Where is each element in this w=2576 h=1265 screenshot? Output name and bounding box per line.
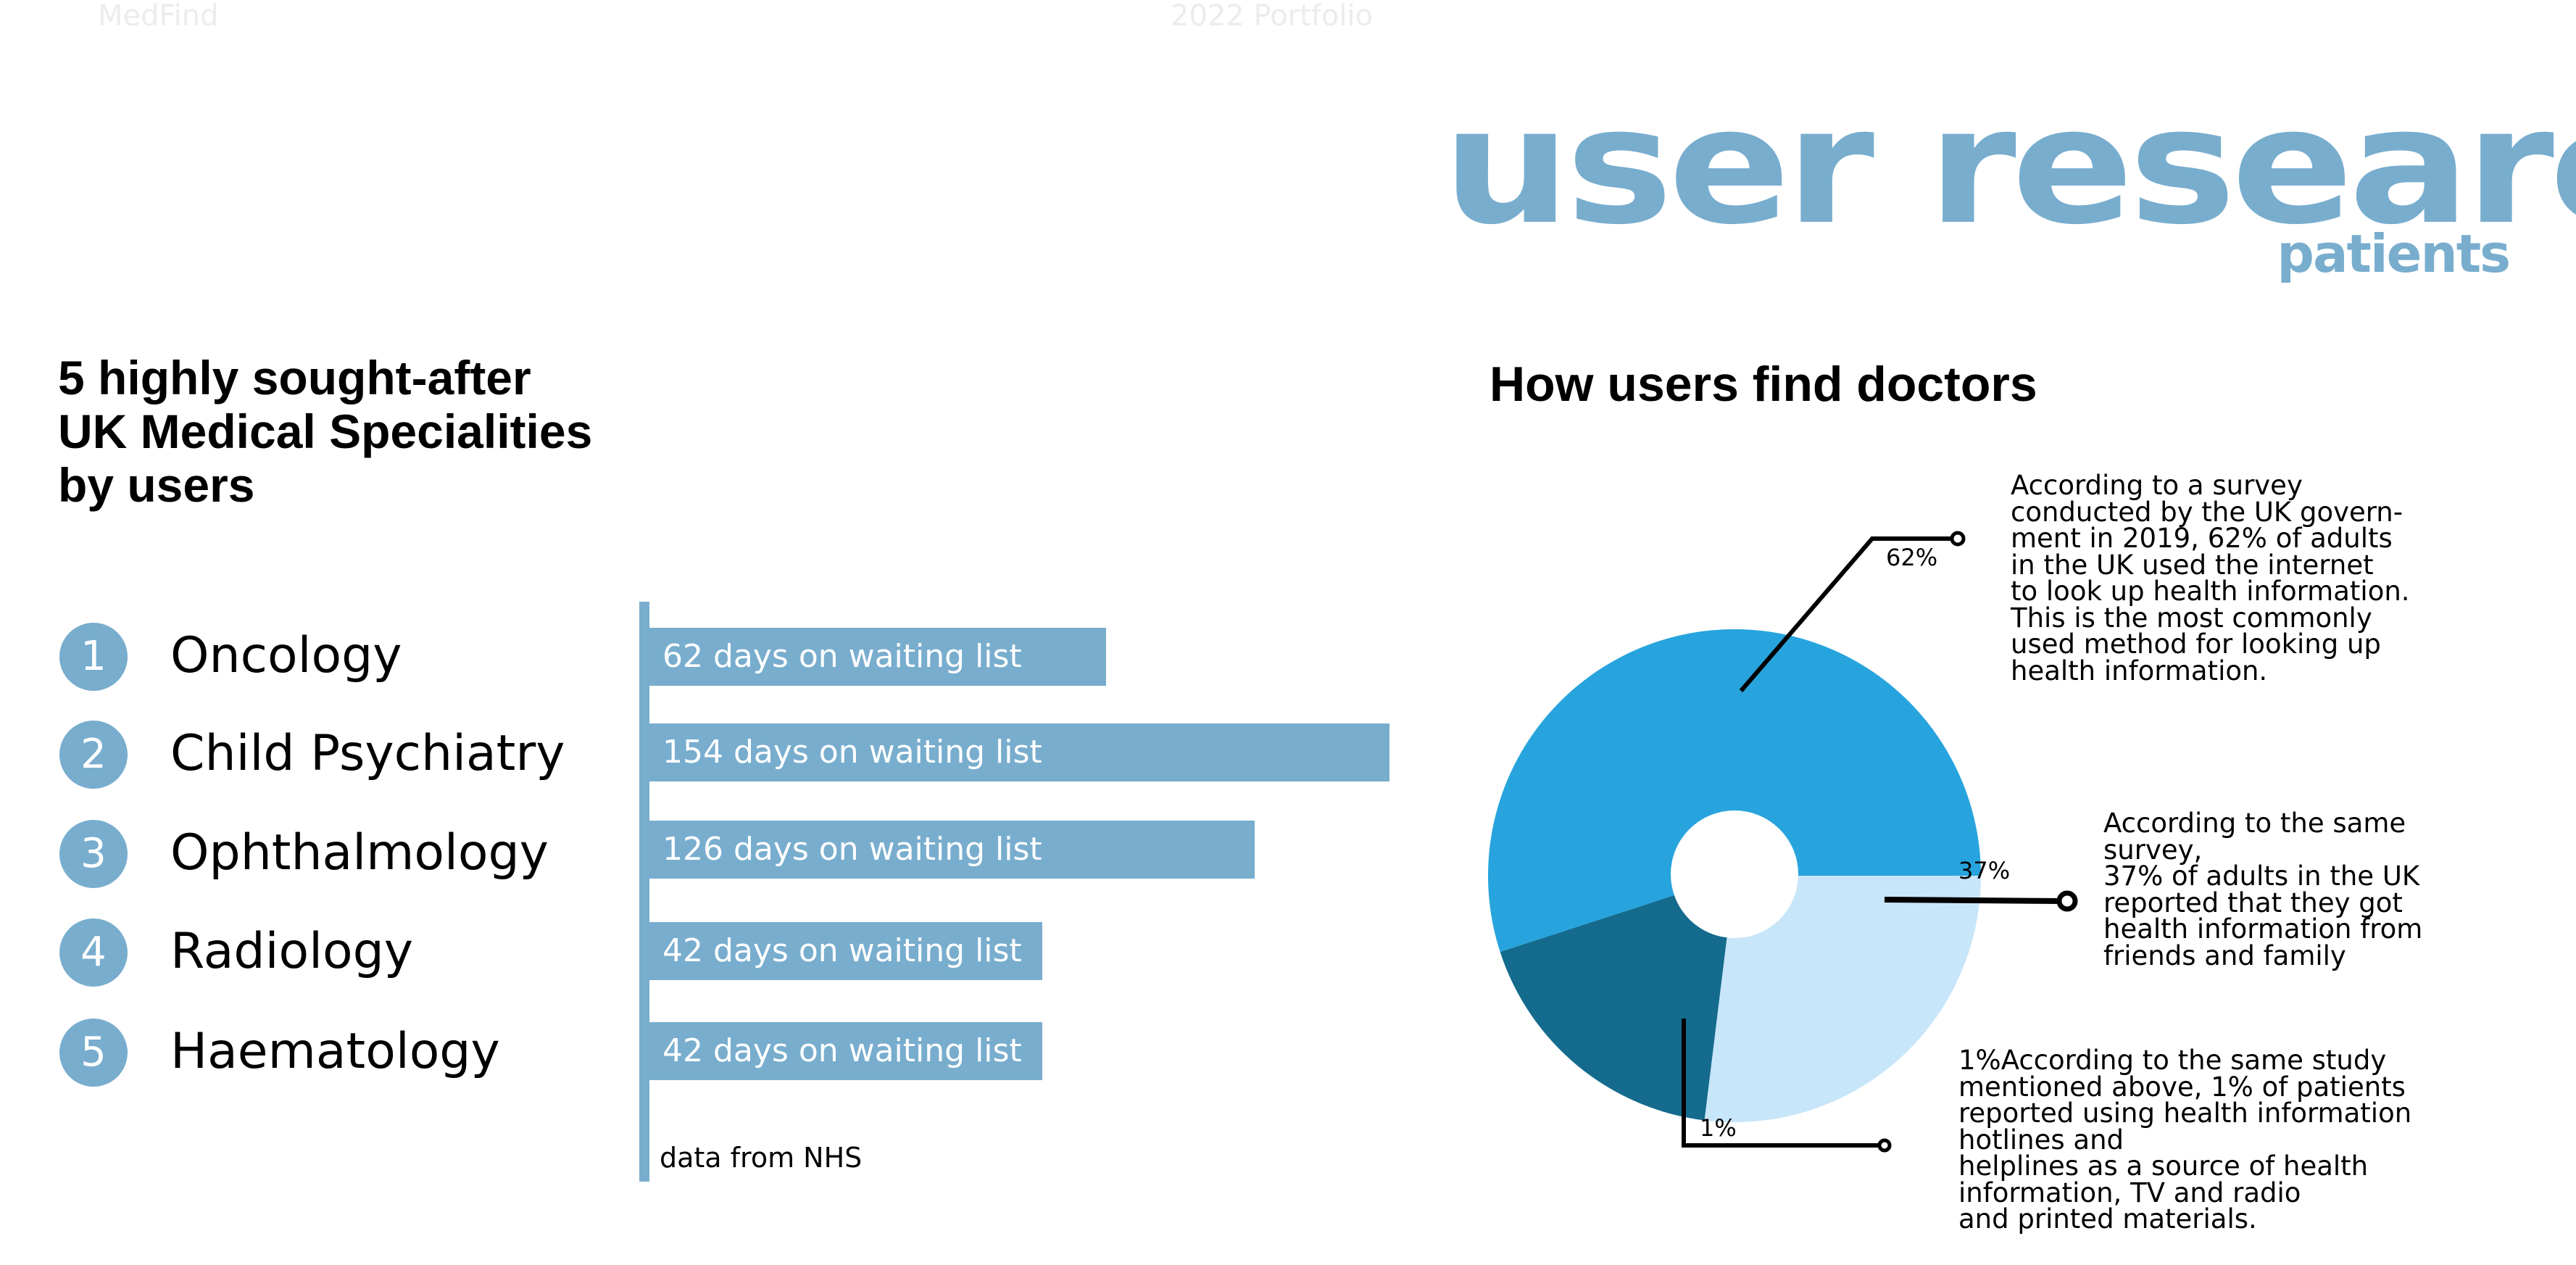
pie-label-37: 37% xyxy=(1958,857,2010,884)
brand-name: MedFind xyxy=(98,0,219,33)
note-line: health information from xyxy=(2103,913,2423,945)
note-line: 1%According to the same study xyxy=(1958,1045,2387,1076)
page-title: user research xyxy=(1442,73,2576,260)
note-line: hotlines and xyxy=(1958,1124,2124,1156)
callout-dot-1 xyxy=(1877,1138,1892,1153)
note-line: reported that they got xyxy=(2103,887,2403,918)
rank-badge: 5 xyxy=(59,1019,128,1087)
source-note: data from NHS xyxy=(660,1142,863,1174)
bar-ophthalmology: 126 days on waiting list xyxy=(649,821,1255,879)
pie-label-1: 1% xyxy=(1700,1114,1737,1142)
note-line: According to a survey xyxy=(2011,470,2303,501)
speciality-label: Radiology xyxy=(170,923,413,980)
bar-label: 42 days on waiting list xyxy=(662,932,1022,969)
note-line: This is the most commonly xyxy=(2011,602,2372,634)
note-internet: According to a survey conducted by the UK… xyxy=(2011,470,2410,687)
speciality-label: Ophthalmology xyxy=(170,824,549,882)
note-line: health information. xyxy=(2011,655,2268,687)
portfolio-label: 2022 Portfolio xyxy=(1171,0,1374,33)
bar-child-psychiatry: 154 days on waiting list xyxy=(649,723,1389,781)
specialities-heading: 5 highly sought-after UK Medical Special… xyxy=(58,351,710,512)
note-line: mentioned above, 1% of patients xyxy=(1958,1071,2406,1103)
bar-radiology: 42 days on waiting list xyxy=(649,922,1042,980)
callout-dot-62 xyxy=(1950,531,1966,547)
speciality-row: 2 Child Psychiatry xyxy=(58,718,623,790)
callout-line-37 xyxy=(1884,897,2063,904)
note-line: to look up health information. xyxy=(2011,576,2410,607)
speciality-row: 4 Radiology xyxy=(58,916,623,988)
note-line: conducted by the UK govern- xyxy=(2011,496,2403,528)
rank-badge: 4 xyxy=(59,918,128,987)
note-line: helplines as a source of health xyxy=(1958,1150,2369,1182)
pie-label-62: 62% xyxy=(1886,544,1937,571)
bar-axis-line xyxy=(639,602,649,1182)
specialities-heading-line: by users xyxy=(58,458,255,512)
bar-oncology: 62 days on waiting list xyxy=(649,628,1106,686)
speciality-label: Oncology xyxy=(170,627,402,684)
bar-haematology: 42 days on waiting list xyxy=(649,1022,1042,1080)
note-line: in the UK used the internet xyxy=(2011,549,2374,581)
pie-center-hole xyxy=(1671,810,1798,938)
note-line: According to the same xyxy=(2103,808,2406,839)
speciality-row: 3 Ophthalmology xyxy=(58,817,623,889)
page-subtitle: patients xyxy=(2277,223,2511,284)
rank-badge: 2 xyxy=(59,721,128,789)
rank-badge: 3 xyxy=(59,820,128,888)
callout-dot-37 xyxy=(2056,890,2078,912)
note-line: and printed materials. xyxy=(1958,1203,2257,1235)
note-hotlines: 1%According to the same study mentioned a… xyxy=(1958,1045,2412,1235)
bar-label: 126 days on waiting list xyxy=(662,831,1042,868)
bar-label: 42 days on waiting list xyxy=(662,1032,1022,1069)
speciality-row: 1 Oncology xyxy=(58,620,623,692)
note-line: friends and family xyxy=(2103,940,2346,971)
note-line: 37% of adults in the UK xyxy=(2103,860,2420,892)
note-line: ment in 2019, 62% of adults xyxy=(2011,523,2393,554)
specialities-heading-line: UK Medical Specialities xyxy=(58,405,593,458)
note-friends-family: According to the same survey, 37% of adult… xyxy=(2103,810,2422,969)
rank-badge: 1 xyxy=(59,623,128,691)
note-line: used method for looking up xyxy=(2011,629,2381,660)
speciality-label: Child Psychiatry xyxy=(170,725,565,782)
bar-label: 62 days on waiting list xyxy=(662,638,1022,675)
speciality-label: Haematology xyxy=(170,1023,500,1080)
speciality-row: 5 Haematology xyxy=(58,1016,623,1088)
note-line: survey, xyxy=(2103,834,2203,866)
specialities-heading-line: 5 highly sought-after xyxy=(58,351,531,405)
doctors-heading: How users find doctors xyxy=(1489,357,2037,412)
note-line: reported using health information xyxy=(1958,1098,2412,1129)
bar-label: 154 days on waiting list xyxy=(662,734,1042,771)
note-line: information, TV and radio xyxy=(1958,1177,2301,1208)
